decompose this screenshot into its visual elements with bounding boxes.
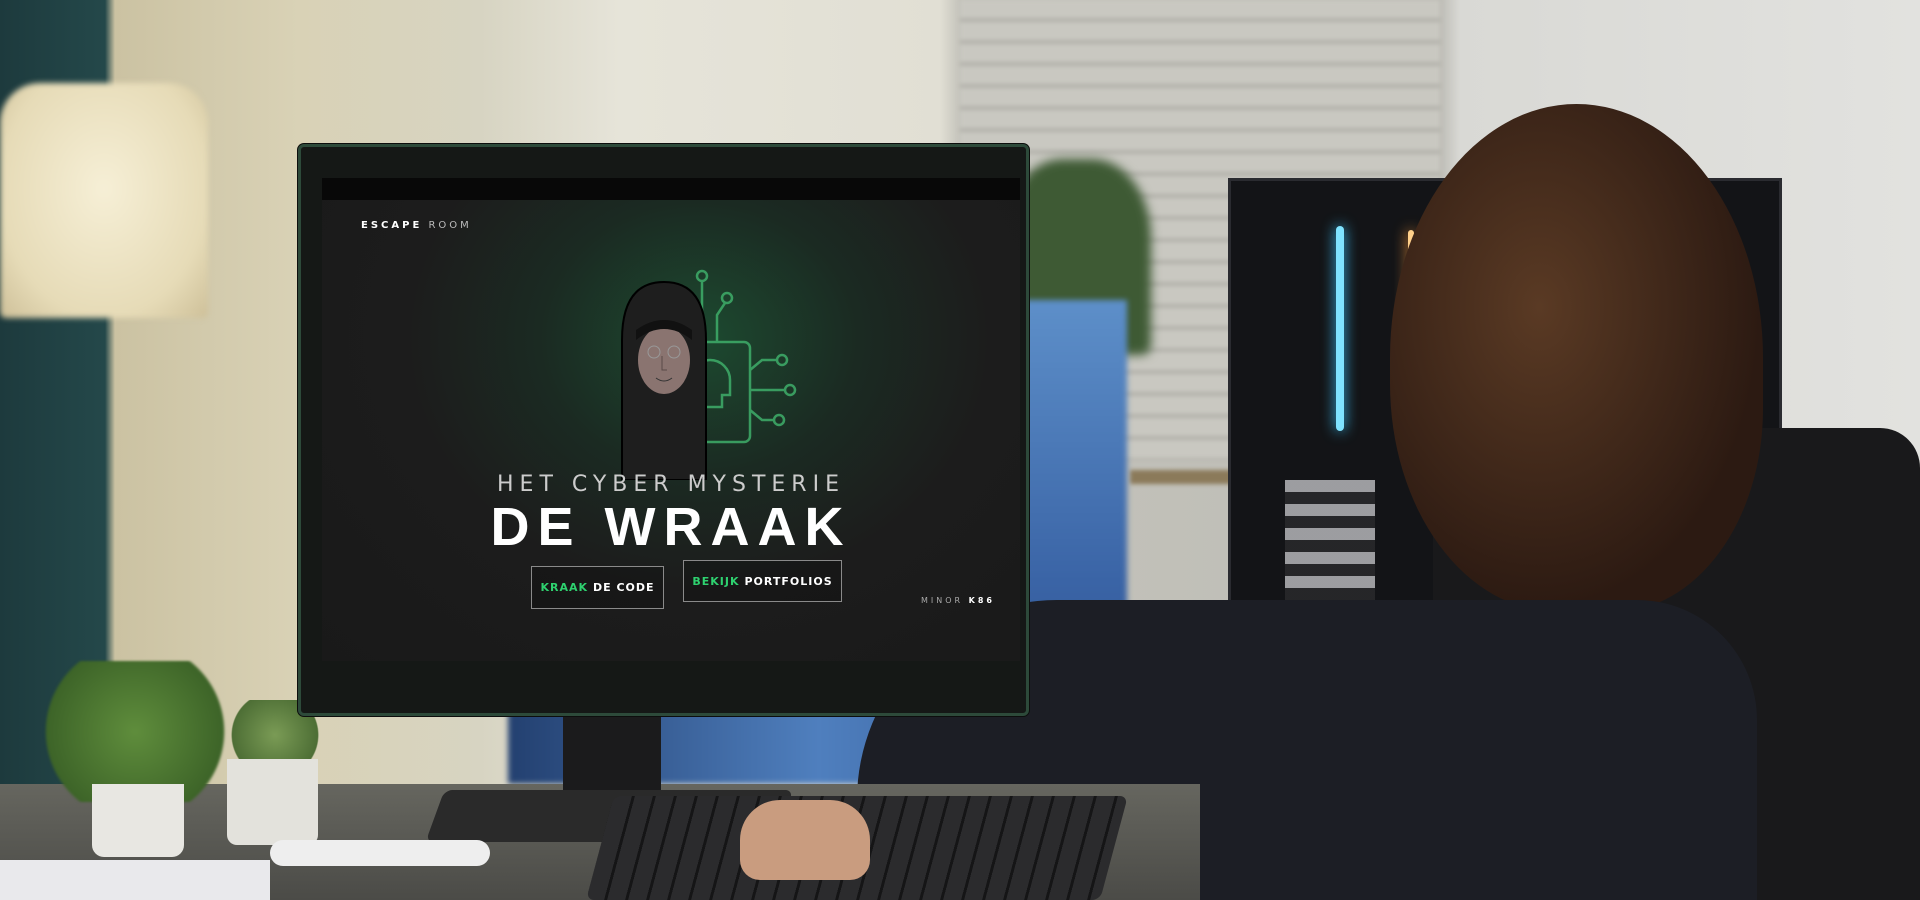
subtitle: HET CYBER MYSTERIE: [497, 472, 845, 497]
person-head: [1390, 104, 1763, 612]
hooded-hacker-character: [621, 280, 707, 480]
brand-bold: ESCAPE: [361, 220, 423, 231]
brand-logo[interactable]: ESCAPE ROOM: [361, 220, 472, 231]
page-title: DE WRAAK: [490, 497, 852, 557]
toy-airplane: [270, 840, 490, 866]
led-strip-blue: [1336, 226, 1344, 431]
lamp: [0, 83, 208, 318]
minor-light: MINOR: [921, 596, 964, 605]
minor-code: K86: [968, 596, 995, 605]
hacker-skull-illustration: [621, 269, 797, 480]
crack-code-button[interactable]: KRAAK DE CODE: [531, 566, 664, 609]
plant-leaves: [31, 661, 239, 802]
shelf: [1130, 470, 1240, 484]
button-label: PORTFOLIOS: [744, 574, 833, 588]
pc-vents: [1285, 480, 1375, 600]
button-highlight: BEKIJK: [692, 574, 740, 588]
button-highlight: KRAAK: [540, 581, 588, 594]
hand: [740, 800, 870, 880]
brand-light: ROOM: [428, 220, 472, 231]
minor-label: MINOR K86: [921, 596, 995, 605]
monitor-screen: ESCAPE ROOM HET CYBER MYSTERIE DE WRAAK …: [322, 178, 1020, 661]
succulent-pot: [227, 759, 318, 845]
plant-pot: [92, 784, 184, 857]
view-portfolios-button[interactable]: BEKIJK PORTFOLIOS: [683, 560, 842, 602]
notebook: [0, 860, 270, 900]
button-label: DE CODE: [593, 581, 655, 594]
